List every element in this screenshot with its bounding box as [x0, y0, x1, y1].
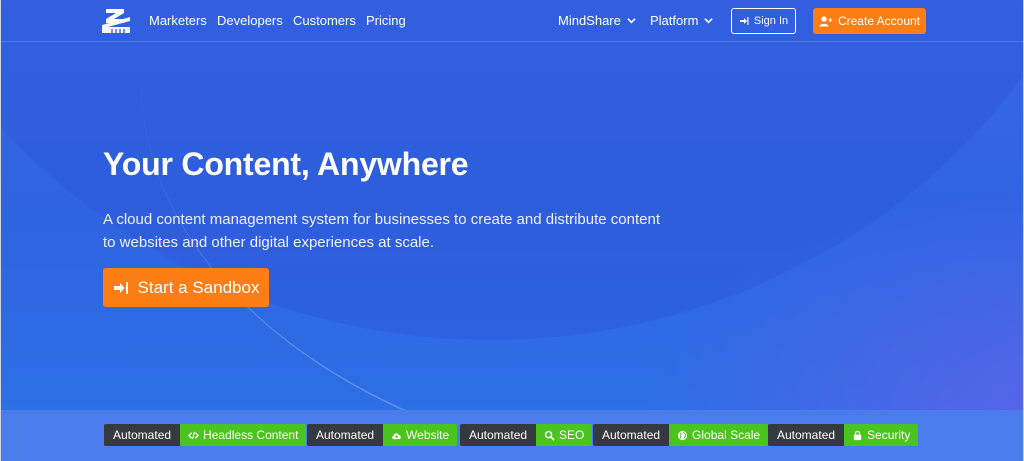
- chevron-down-icon: [704, 18, 714, 24]
- top-navbar: Marketers Developers Customers Pricing M…: [1, 0, 1023, 42]
- nav-link-pricing[interactable]: Pricing: [366, 13, 406, 28]
- lock-icon: [853, 430, 862, 440]
- create-account-label: Create Account: [837, 14, 921, 28]
- sign-in-icon: [739, 17, 749, 25]
- feature-badge-seo: Automated SEO: [460, 424, 593, 446]
- feature-badge-security: Automated Security: [768, 424, 919, 446]
- cloud-upload-icon: [392, 432, 401, 439]
- hero-title: Your Content, Anywhere: [103, 146, 469, 182]
- user-plus-icon: [819, 15, 832, 26]
- code-icon: [188, 431, 200, 439]
- nav-dropdown-platform-label: Platform: [650, 13, 699, 28]
- badge-right-label: SEO: [559, 428, 585, 442]
- nav-dropdown-mindshare[interactable]: MindShare: [558, 13, 636, 28]
- badge-right-label: Headless Content: [203, 428, 299, 442]
- start-sandbox-label: Start a Sandbox: [137, 277, 260, 297]
- nav-link-marketers[interactable]: Marketers: [149, 13, 207, 28]
- badge-left-label: Automated: [768, 424, 845, 446]
- hero-section: Marketers Developers Customers Pricing M…: [1, 0, 1023, 410]
- nav-link-customers[interactable]: Customers: [293, 13, 356, 28]
- badge-right-label: Global Scale: [692, 428, 761, 442]
- sign-in-icon: [113, 281, 128, 294]
- nav-link-developers[interactable]: Developers: [217, 13, 283, 28]
- nav-dropdown-platform[interactable]: Platform: [650, 13, 714, 28]
- hero-glow: [641, 180, 1023, 410]
- chevron-down-icon: [627, 18, 636, 24]
- page-frame: Marketers Developers Customers Pricing M…: [0, 0, 1024, 461]
- create-account-button[interactable]: Create Account: [813, 8, 926, 34]
- feature-badge-headless: Automated Headless Content: [104, 424, 307, 446]
- badge-left-label: Automated: [460, 424, 537, 446]
- globe-icon: [677, 430, 688, 440]
- badge-right-label: Website: [406, 428, 450, 442]
- nav-dropdown-mindshare-label: MindShare: [558, 13, 621, 28]
- sign-in-label: Sign In: [753, 15, 789, 27]
- feature-badge-website: Automated Website: [307, 424, 458, 446]
- search-icon: [544, 430, 555, 441]
- brand-logo-icon[interactable]: [100, 7, 132, 35]
- sign-in-button[interactable]: Sign In: [731, 8, 796, 34]
- feature-badge-global-scale: Automated Global Scale: [593, 424, 769, 446]
- hero-subtitle: A cloud content management system for bu…: [103, 211, 660, 251]
- badge-left-label: Automated: [593, 424, 670, 446]
- start-sandbox-button[interactable]: Start a Sandbox: [103, 268, 269, 307]
- badge-right-label: Security: [867, 428, 911, 442]
- badge-left-label: Automated: [307, 424, 384, 446]
- badge-left-label: Automated: [104, 424, 181, 446]
